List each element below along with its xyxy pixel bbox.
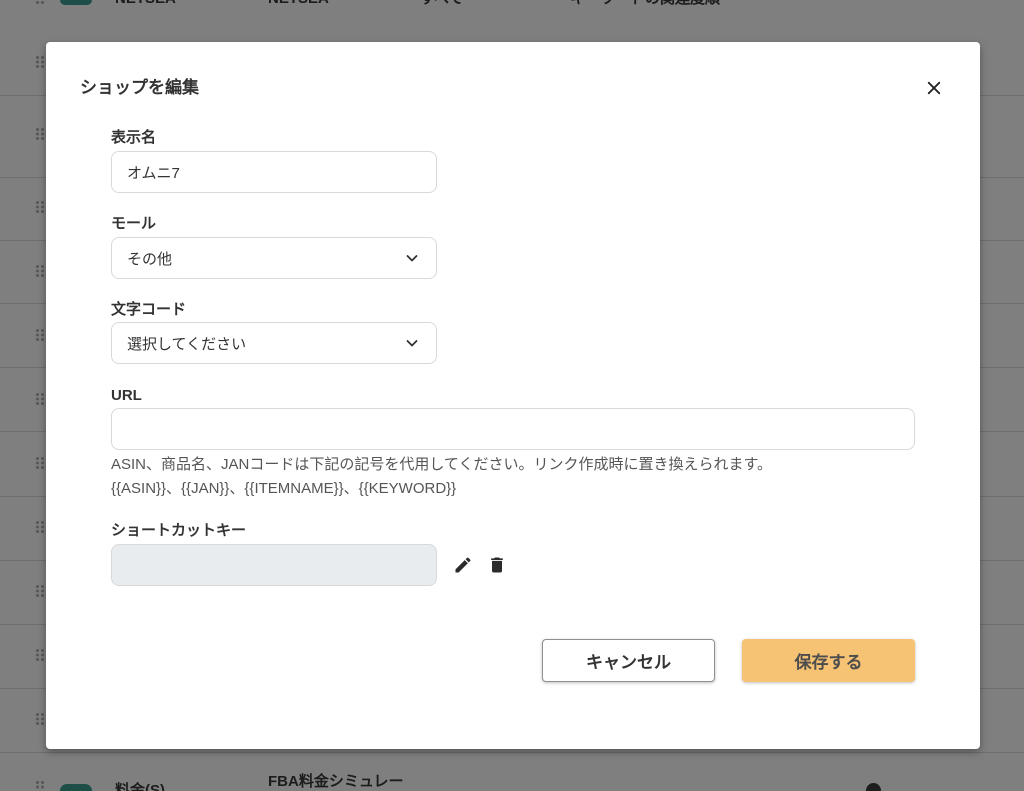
charset-select-value: 選択してください xyxy=(127,335,247,353)
display-name-input[interactable] xyxy=(111,151,437,193)
charset-select[interactable]: 選択してください xyxy=(111,322,437,364)
save-button[interactable]: 保存する xyxy=(742,639,915,682)
row-enabled-toggle xyxy=(60,784,92,791)
close-button[interactable] xyxy=(922,76,946,100)
drag-handle-icon xyxy=(36,201,44,213)
row-divider xyxy=(0,752,1024,753)
drag-handle-icon xyxy=(36,128,44,140)
modal-title: ショップを編集 xyxy=(80,78,199,97)
chevron-down-icon xyxy=(406,255,418,262)
drag-handle-icon xyxy=(36,457,44,469)
drag-handle-icon xyxy=(36,329,44,341)
trash-icon xyxy=(491,557,503,573)
cancel-button[interactable]: キャンセル xyxy=(542,639,715,682)
drag-handle-icon xyxy=(36,393,44,405)
url-help-text: ASIN、商品名、JANコードは下記の記号を代用してください。リンク作成時に置き… xyxy=(111,453,772,501)
row-mall: FBA料金シミュレー xyxy=(268,773,404,790)
dimmed-page-backdrop: NETSEA NETSEA すべて キーワードの関連度順 料金(S) FBA料金… xyxy=(0,0,1024,791)
drag-handle-icon xyxy=(36,649,44,661)
url-help-placeholders: {{ASIN}}、{{JAN}}、{{ITEMNAME}}、{{KEYWORD}… xyxy=(111,480,457,497)
mall-label: モール xyxy=(111,215,157,232)
drag-handle-icon xyxy=(36,56,44,68)
drag-handle-icon xyxy=(36,1,44,4)
chevron-down-icon xyxy=(406,340,418,347)
drag-handle-icon xyxy=(36,713,44,725)
row-mall: NETSEA xyxy=(268,0,329,6)
drag-handle-icon xyxy=(36,585,44,597)
shortcut-key-field xyxy=(111,544,437,586)
mall-select-value: その他 xyxy=(127,250,173,268)
url-help-description: ASIN、商品名、JANコードは下記の記号を代用してください。リンク作成時に置き… xyxy=(111,456,772,473)
url-input[interactable] xyxy=(111,408,915,450)
drag-handle-icon xyxy=(36,781,44,789)
edit-shortcut-button[interactable] xyxy=(453,555,473,575)
row-enabled-toggle xyxy=(60,0,92,5)
drag-handle-icon xyxy=(36,521,44,533)
row-category: すべて xyxy=(420,0,463,6)
pencil-icon xyxy=(455,557,471,573)
url-label: URL xyxy=(111,387,142,404)
charset-label: 文字コード xyxy=(111,301,187,318)
drag-handle-icon xyxy=(36,265,44,277)
delete-shortcut-button[interactable] xyxy=(487,555,507,575)
row-sort-order: キーワードの関連度順 xyxy=(570,0,720,6)
edit-shop-modal: ショップを編集 表示名 モール その他 文字コード 選択してください URL xyxy=(46,42,980,749)
row-display-name: NETSEA xyxy=(115,0,176,6)
display-name-label: 表示名 xyxy=(111,129,157,146)
close-icon xyxy=(927,81,941,95)
info-icon xyxy=(866,783,881,791)
mall-select[interactable]: その他 xyxy=(111,237,437,279)
shortcut-key-label: ショートカットキー xyxy=(111,522,247,539)
row-display-name: 料金(S) xyxy=(115,782,165,791)
